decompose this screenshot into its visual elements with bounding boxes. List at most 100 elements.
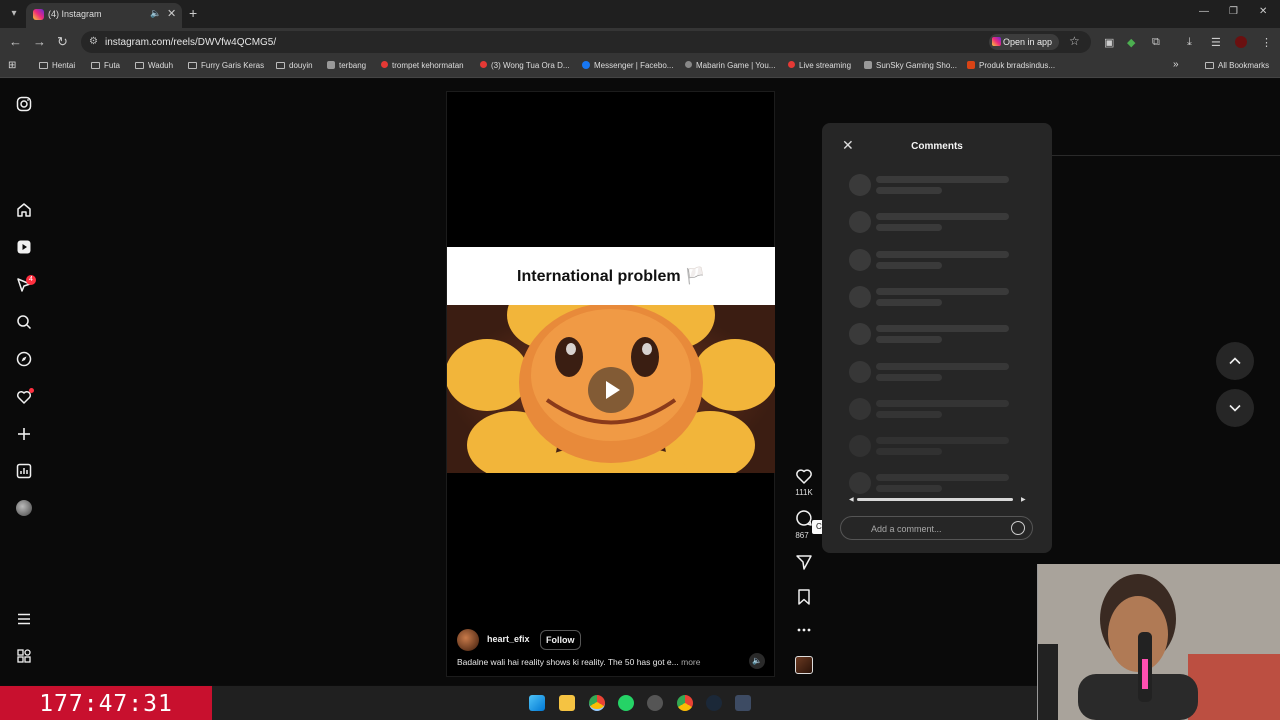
browser-menu-icon[interactable]: ⋮ [1261, 36, 1272, 49]
open-in-app-button[interactable]: Open in app [989, 34, 1059, 50]
more-options-icon[interactable] [795, 624, 813, 636]
follow-button[interactable]: Follow [540, 630, 581, 650]
instagram-favicon-icon [33, 9, 44, 20]
comment-skeleton [849, 472, 1019, 494]
profile-avatar-icon[interactable] [1235, 36, 1247, 48]
site-info-icon[interactable]: ⚙ [89, 36, 98, 47]
scrollbar-thumb[interactable] [857, 498, 1013, 501]
explore-icon[interactable] [16, 351, 32, 367]
tab-close-icon[interactable]: ✕ [167, 7, 176, 20]
bookmark-link[interactable]: Live streaming [788, 61, 851, 70]
reel-video[interactable]: International problem 🏳️ heart_efix Foll… [446, 91, 775, 677]
window-close-icon[interactable]: ✕ [1259, 6, 1267, 17]
browser-toolbar: ← → ↻ ⚙ instagram.com/reels/DWVfw4QCMG5/… [0, 28, 1280, 56]
horizontal-scrollbar[interactable]: ◀ ▶ [849, 496, 1026, 503]
bookmark-link[interactable]: SunSky Gaming Sho... [864, 61, 957, 70]
bookmark-folder[interactable]: Waduh [135, 61, 173, 70]
start-windows-icon[interactable] [529, 695, 545, 711]
mute-icon[interactable]: 🔈 [749, 653, 765, 669]
comment-skeleton [849, 211, 1019, 233]
bookmark-link[interactable]: Messenger | Facebo... [582, 61, 673, 70]
bookmark-link[interactable]: trompet kehormatan [381, 61, 464, 70]
extension-icon[interactable]: ▣ [1104, 36, 1114, 49]
previous-reel-button[interactable] [1216, 342, 1254, 380]
reel-description: Badalne wali hai reality shows ki realit… [457, 657, 757, 667]
play-icon[interactable] [588, 367, 634, 413]
downloads-icon[interactable]: ⤓ [1187, 36, 1192, 49]
bookmark-link[interactable]: terbang [327, 61, 366, 70]
url-text[interactable]: instagram.com/reels/DWVfw4QCMG5/ [105, 37, 276, 48]
more-menu-icon[interactable] [16, 611, 32, 627]
address-bar[interactable]: ⚙ instagram.com/reels/DWVfw4QCMG5/ Open … [81, 31, 1091, 53]
youtube-icon [381, 61, 388, 68]
audio-thumbnail[interactable] [795, 656, 813, 674]
file-explorer-icon[interactable] [559, 695, 575, 711]
share-icon[interactable] [795, 553, 813, 571]
comments-title: Comments [911, 141, 963, 152]
profile-avatar[interactable] [16, 500, 32, 516]
like-heart-icon[interactable] [795, 467, 813, 485]
bookmark-folder[interactable]: Furry Garis Keras [188, 61, 264, 70]
extension-green-icon[interactable]: ◆ [1127, 36, 1135, 49]
screen: ▾ (4) Instagram 🔈 ✕ + — ❐ ✕ ← → ↻ ⚙ inst… [0, 0, 1280, 720]
bookmark-folder[interactable]: douyin [276, 61, 313, 70]
chrome-icon[interactable] [589, 695, 605, 711]
reload-icon[interactable]: ↻ [57, 34, 68, 50]
save-bookmark-icon[interactable] [795, 588, 813, 606]
next-reel-button[interactable] [1216, 389, 1254, 427]
folder-icon [135, 62, 144, 69]
home-icon[interactable] [16, 202, 32, 218]
meta-apps-icon[interactable] [16, 648, 32, 664]
bookmark-star-icon[interactable]: ☆ [1069, 34, 1080, 48]
instagram-logo-icon[interactable] [16, 96, 32, 112]
add-comment-field[interactable] [840, 516, 1033, 540]
chrome-profile-icon[interactable] [677, 695, 693, 711]
video-frame-sunflower [447, 305, 775, 473]
restore-icon[interactable]: ❐ [1229, 6, 1238, 17]
bookmark-folder[interactable]: Hentai [39, 61, 75, 70]
reels-icon[interactable] [16, 239, 32, 255]
more-bookmarks-icon[interactable]: » [1173, 59, 1179, 70]
active-tab[interactable]: (4) Instagram 🔈 ✕ [26, 3, 182, 28]
bookmark-link[interactable]: Mabarin Game | You... [685, 61, 775, 70]
youtube-icon [480, 61, 487, 68]
bookmark-link[interactable]: (3) Wong Tua Ora D... [480, 61, 570, 70]
back-icon[interactable]: ← [9, 34, 22, 50]
steam-icon[interactable] [706, 695, 722, 711]
video-caption-band: International problem 🏳️ [447, 247, 775, 305]
search-icon[interactable] [16, 314, 32, 330]
chevron-down-icon [1229, 404, 1241, 412]
all-bookmarks[interactable]: All Bookmarks [1205, 61, 1269, 70]
dashboard-icon[interactable] [16, 463, 32, 479]
folder-icon [276, 62, 285, 69]
bookmark-link[interactable]: Produk brradsindus... [967, 61, 1055, 70]
emoji-icon[interactable] [1011, 521, 1025, 535]
app-icon[interactable] [647, 695, 663, 711]
folder-icon [91, 62, 100, 69]
minimize-icon[interactable]: — [1199, 6, 1209, 17]
forward-icon[interactable]: → [33, 34, 46, 50]
divider [1052, 155, 1280, 156]
folder-icon [39, 62, 48, 69]
tab-search-icon[interactable]: ▾ [6, 6, 22, 22]
comment-input[interactable] [871, 522, 1001, 535]
new-tab-icon[interactable]: + [189, 5, 197, 21]
shop-icon [967, 61, 975, 69]
reading-list-icon[interactable]: ☰ [1211, 36, 1221, 49]
reel-author: heart_efix Follow [457, 629, 757, 651]
comment-icon[interactable] [795, 509, 813, 527]
more-link[interactable]: more [681, 657, 700, 667]
whatsapp-icon[interactable] [618, 695, 634, 711]
stream-timer: 177:47:31 [0, 686, 212, 720]
webcam-image [1038, 564, 1280, 720]
author-username[interactable]: heart_efix [487, 634, 530, 644]
extensions-puzzle-icon[interactable]: ⧉ [1152, 36, 1160, 49]
tab-audio-icon[interactable]: 🔈 [150, 8, 161, 19]
create-plus-icon[interactable] [16, 426, 32, 442]
author-avatar[interactable] [457, 629, 479, 651]
apps-grid-icon[interactable]: ⊞ [8, 60, 16, 71]
like-count: 111K [795, 488, 813, 497]
bookmark-folder[interactable]: Futa [91, 61, 120, 70]
site-icon [327, 61, 335, 69]
app-icon[interactable] [735, 695, 751, 711]
